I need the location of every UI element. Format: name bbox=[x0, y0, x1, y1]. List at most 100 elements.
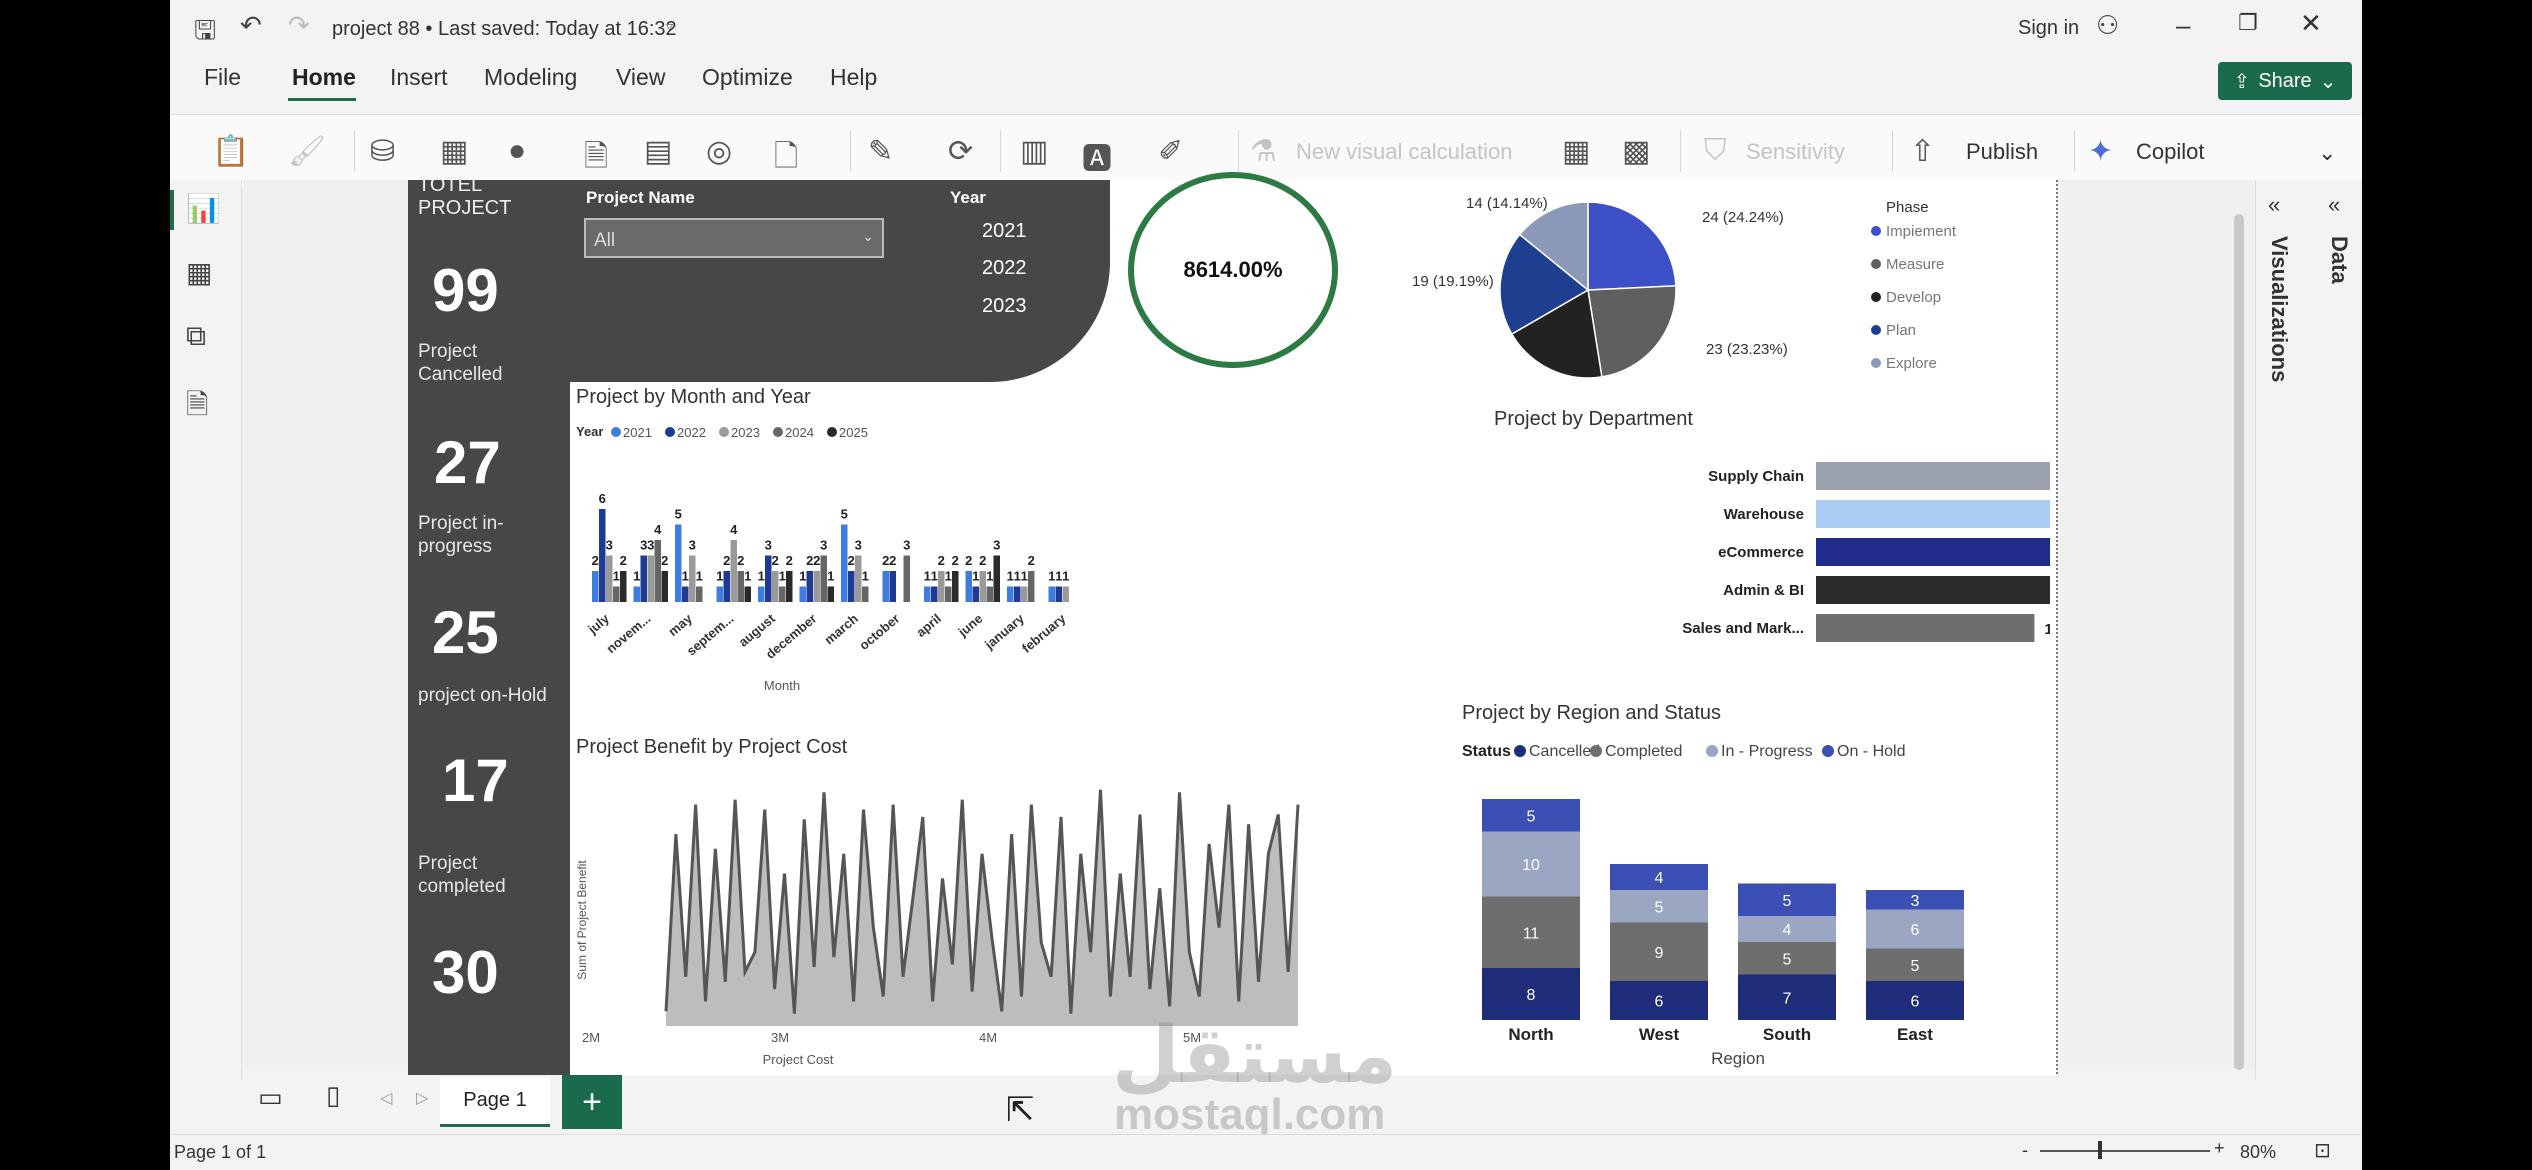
bar-data-label: 1 bbox=[696, 569, 703, 584]
sign-in-link[interactable]: Sign in bbox=[2018, 17, 2079, 40]
region-status-chart-title: Project by Region and Status bbox=[1462, 702, 1722, 724]
zoom-in-button[interactable]: + bbox=[2214, 1138, 2225, 1159]
menu-optimize[interactable]: Optimize bbox=[702, 64, 793, 91]
phase-pie-chart: 24 (24.24%)23 (23.23%)19 (19.19%)19 (19.… bbox=[1412, 195, 1957, 379]
bar bbox=[855, 555, 862, 602]
report-view-icon[interactable]: 📊 bbox=[186, 192, 221, 225]
segment-data-label: 4 bbox=[1655, 870, 1664, 887]
close-button[interactable]: ✕ bbox=[2300, 8, 2322, 39]
menu-file[interactable]: File bbox=[204, 64, 241, 91]
bar bbox=[633, 586, 640, 602]
account-icon[interactable]: ⚇ bbox=[2096, 10, 2119, 41]
y-axis-label: Sum of Project Benefit bbox=[575, 860, 589, 980]
year-option[interactable]: 2022 bbox=[982, 257, 1027, 280]
bar bbox=[716, 586, 723, 602]
dax-query-icon[interactable]: 🗎 bbox=[186, 384, 209, 432]
pie-slice bbox=[1587, 201, 1677, 291]
minimize-button[interactable]: – bbox=[2176, 10, 2190, 41]
title-chevron-icon[interactable]: ▿ bbox=[666, 18, 673, 35]
data-pane-tab[interactable]: Data bbox=[2326, 236, 2352, 284]
recent-sources-icon[interactable]: 🗋 bbox=[774, 134, 798, 185]
legend-marker bbox=[773, 427, 783, 437]
refresh-icon[interactable]: ⟳ bbox=[948, 134, 973, 169]
quick-measure-icon[interactable]: ▩ bbox=[1622, 134, 1650, 169]
table-view-icon[interactable]: ▦ bbox=[186, 256, 212, 289]
legend-marker bbox=[1590, 745, 1602, 757]
share-button[interactable]: ⇪ Share ⌄ bbox=[2218, 62, 2352, 100]
desktop-layout-icon[interactable]: ▭ bbox=[258, 1082, 283, 1113]
vertical-scrollbar[interactable] bbox=[2234, 214, 2244, 1070]
share-label: Share bbox=[2258, 69, 2312, 92]
zoom-out-button[interactable]: - bbox=[2022, 1140, 2028, 1161]
text-box-icon[interactable]: 🅰 bbox=[1082, 134, 1112, 178]
model-view-icon[interactable]: ⧉ bbox=[186, 320, 206, 353]
y-tick-label: Warehouse bbox=[1724, 506, 1804, 523]
copilot-icon[interactable]: ✦ bbox=[2088, 134, 2113, 169]
y-tick-label: eCommerce bbox=[1718, 544, 1804, 561]
add-page-button[interactable]: + bbox=[562, 1075, 622, 1129]
save-icon[interactable]: 🖫 bbox=[194, 12, 216, 56]
menu-view[interactable]: View bbox=[616, 64, 665, 91]
new-visual-icon[interactable]: ▥ bbox=[1020, 134, 1048, 169]
new-visual-calculation-button[interactable]: New visual calculation bbox=[1296, 139, 1512, 165]
bar bbox=[889, 571, 896, 602]
menu-help[interactable]: Help bbox=[830, 64, 877, 91]
paste-icon[interactable]: 📋 bbox=[212, 134, 249, 169]
bar-data-label: 4 bbox=[730, 522, 738, 537]
ribbon-collapse-icon[interactable]: ⌄ bbox=[2318, 140, 2336, 166]
sensitivity-icon[interactable]: ⛉ bbox=[1704, 134, 1727, 168]
restore-button[interactable]: ❐ bbox=[2238, 10, 2258, 36]
transform-data-icon[interactable]: ✎ bbox=[868, 134, 893, 169]
copilot-button[interactable]: Copilot bbox=[2136, 139, 2204, 165]
segment-data-label: 5 bbox=[1783, 951, 1792, 968]
bar-data-label: 2 bbox=[737, 553, 744, 568]
bar bbox=[952, 571, 959, 602]
document-title[interactable]: project 88 • Last saved: Today at 16:32 bbox=[332, 18, 677, 41]
publish-icon[interactable]: ⇧ bbox=[1910, 134, 1935, 169]
visualizations-pane-tab[interactable]: Visualizations bbox=[2266, 236, 2292, 382]
year-option[interactable]: 2023 bbox=[982, 295, 1027, 318]
visual-calculation-icon[interactable]: ⚗ bbox=[1250, 134, 1277, 169]
bar-data-label: 2 bbox=[661, 553, 668, 568]
sensitivity-button[interactable]: Sensitivity bbox=[1746, 139, 1845, 165]
segment-data-label: 6 bbox=[1911, 922, 1920, 939]
zoom-slider-handle[interactable] bbox=[2098, 1141, 2102, 1159]
x-tick-label: West bbox=[1639, 1025, 1680, 1044]
more-visuals-icon[interactable]: ✐ bbox=[1158, 134, 1183, 169]
enter-data-icon[interactable]: ▤ bbox=[644, 134, 672, 169]
menu-home[interactable]: Home bbox=[292, 64, 356, 91]
collapse-visualizations-icon[interactable]: « bbox=[2268, 192, 2280, 218]
excel-icon[interactable]: ▦ bbox=[440, 134, 468, 169]
mobile-layout-icon[interactable]: ▯ bbox=[326, 1080, 340, 1111]
fit-to-page-icon[interactable]: ⊡ bbox=[2314, 1138, 2331, 1163]
menu-insert[interactable]: Insert bbox=[390, 64, 448, 91]
bar bbox=[786, 571, 793, 602]
menu-modeling[interactable]: Modeling bbox=[484, 64, 577, 91]
collapse-data-icon[interactable]: « bbox=[2328, 192, 2340, 218]
segment-data-label: 6 bbox=[1911, 994, 1920, 1011]
x-tick-label: february bbox=[1019, 610, 1069, 655]
pie-legend-label: Develop bbox=[1886, 289, 1941, 306]
bar bbox=[730, 540, 737, 602]
pie-legend-marker bbox=[1871, 259, 1881, 269]
year-option[interactable]: 2021 bbox=[982, 220, 1027, 243]
project-name-dropdown[interactable]: All ⌄ bbox=[584, 218, 884, 258]
department-bar-chart: Supply Chain24Warehouse23eCommerce20Admi… bbox=[1682, 462, 2050, 642]
ribbon-separator bbox=[1680, 130, 1681, 172]
dataverse-icon[interactable]: ◎ bbox=[706, 134, 732, 169]
segment-data-label: 5 bbox=[1783, 893, 1792, 910]
new-measure-icon[interactable]: ▦ bbox=[1562, 134, 1590, 169]
next-page-icon[interactable]: ▷ bbox=[416, 1088, 428, 1108]
publish-button[interactable]: Publish bbox=[1966, 139, 2038, 165]
project-inprogress-label: Project in-progress bbox=[418, 513, 504, 557]
undo-icon[interactable]: ↶ bbox=[240, 10, 262, 41]
onelake-icon[interactable]: ● bbox=[508, 134, 526, 168]
page-tab[interactable]: Page 1 bbox=[440, 1077, 550, 1127]
get-data-icon[interactable]: ⛁ bbox=[370, 134, 395, 169]
pie-data-label: 24 (24.24%) bbox=[1702, 209, 1784, 226]
format-painter-icon[interactable]: 🖌 bbox=[288, 134, 326, 169]
zoom-slider[interactable] bbox=[2040, 1150, 2210, 1152]
prev-page-icon[interactable]: ◁ bbox=[380, 1088, 392, 1108]
redo-icon[interactable]: ↷ bbox=[288, 10, 310, 41]
sql-icon[interactable]: 🗎 bbox=[584, 134, 608, 185]
